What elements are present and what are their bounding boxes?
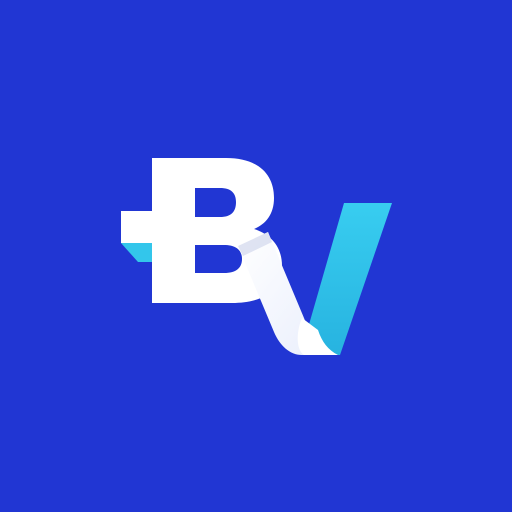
app-icon [0, 0, 512, 512]
bv-logo-icon [0, 0, 512, 512]
